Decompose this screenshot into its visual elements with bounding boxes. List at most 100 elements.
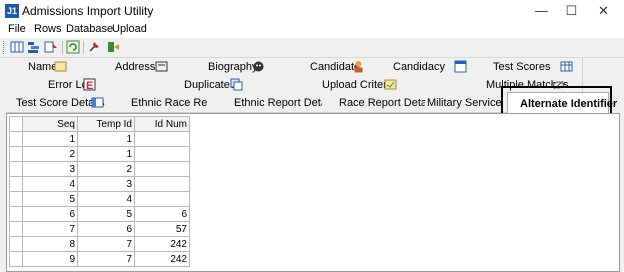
row-header[interactable] — [9, 176, 23, 192]
criteria-icon — [384, 79, 397, 90]
menu-upload[interactable]: Upload — [112, 23, 147, 35]
cell-temp-id[interactable]: 6 — [77, 221, 135, 237]
minimize-button[interactable]: — — [525, 0, 558, 22]
grid-icon — [560, 61, 573, 72]
row-header[interactable] — [9, 251, 23, 267]
table-row[interactable]: 21 — [9, 146, 190, 162]
tab-test-score-details[interactable]: Test Score Details — [6, 94, 107, 113]
tab-label: Test Scores — [493, 61, 551, 73]
row-header[interactable] — [9, 236, 23, 252]
row-header[interactable] — [9, 161, 23, 177]
cell-temp-id[interactable]: 5 — [77, 206, 135, 222]
tab-race-report-detail[interactable]: Race Report Detail — [322, 94, 432, 113]
column-header-temp-id[interactable]: Temp Id — [77, 116, 135, 132]
columns-icon[interactable] — [10, 40, 24, 54]
cell-seq[interactable]: 9 — [22, 251, 78, 267]
column-header-seq[interactable]: Seq — [22, 116, 78, 132]
toolbar-separator — [62, 41, 63, 54]
row-header[interactable] — [9, 221, 23, 237]
cell-seq[interactable]: 2 — [22, 146, 78, 162]
cell-seq[interactable]: 8 — [22, 236, 78, 252]
cell-id-num[interactable]: 242 — [134, 251, 190, 267]
tab-duplicates[interactable]: Duplicates — [118, 76, 259, 95]
filter-icon[interactable] — [44, 40, 58, 54]
table-row[interactable]: 54 — [9, 191, 190, 207]
table-row[interactable]: 43 — [9, 176, 190, 192]
menu-database[interactable]: Database — [66, 23, 113, 35]
row-header[interactable] — [9, 131, 23, 147]
column-header-id-num[interactable]: Id Num — [134, 116, 190, 132]
tab-label: Military Service — [427, 97, 502, 109]
cell-temp-id[interactable]: 3 — [77, 176, 135, 192]
data-grid[interactable]: Seq Temp Id Id Num 11 21 32 43 54 656 76… — [9, 116, 190, 267]
table-row[interactable]: 7 6 57 — [9, 221, 190, 237]
cell-seq[interactable]: 1 — [22, 131, 78, 147]
table-row[interactable]: 656 — [9, 206, 190, 222]
cell-seq[interactable]: 3 — [22, 161, 78, 177]
grid-header-row: Seq Temp Id Id Num — [9, 116, 190, 132]
table-row[interactable]: 11 — [9, 131, 190, 147]
cell-id-num[interactable] — [134, 176, 190, 192]
tab-candidacy[interactable]: Candidacy — [377, 58, 475, 77]
tab-ethnic-race-report[interactable]: Ethnic Race Report — [106, 94, 226, 113]
cell-id-num[interactable]: 6 — [134, 206, 190, 222]
table-row[interactable]: 8 7 242 — [9, 236, 190, 252]
menu-rows[interactable]: Rows — [34, 23, 62, 35]
cell-id-num[interactable] — [134, 146, 190, 162]
cell-seq[interactable]: 6 — [22, 206, 78, 222]
tab-label: Race Report Detail — [339, 97, 432, 109]
tab-candidate[interactable]: Candidate — [284, 58, 378, 77]
tab-label: Duplicates — [184, 79, 236, 91]
tab-error-log[interactable]: Error Log E — [6, 76, 119, 95]
maximize-button[interactable]: ☐ — [555, 0, 588, 22]
tab-label: Ethnic Report Detail — [234, 97, 332, 109]
close-button[interactable]: ✕ — [587, 0, 620, 22]
cell-temp-id[interactable]: 7 — [77, 251, 135, 267]
error-log-icon: E — [83, 78, 96, 91]
toolbar — [0, 38, 624, 58]
cell-id-num[interactable]: 242 — [134, 236, 190, 252]
menu-file[interactable]: File — [8, 23, 26, 35]
tab-label: Name — [28, 61, 58, 73]
grid-body: 11 21 32 43 54 656 7 6 57 8 7 242 9 7 242 — [9, 131, 190, 267]
tab-ethnic-report-detail[interactable]: Ethnic Report Detail — [208, 94, 332, 113]
table-row[interactable]: 9 7 242 — [9, 251, 190, 267]
title-bar: J1 Admissions Import Utility — ☐ ✕ — [0, 0, 624, 22]
grid-corner — [9, 116, 23, 132]
tab-military-service[interactable]: Military Service — [425, 94, 508, 113]
cell-id-num[interactable] — [134, 131, 190, 147]
cell-temp-id[interactable]: 2 — [77, 161, 135, 177]
row-header[interactable] — [9, 146, 23, 162]
sort-icon[interactable] — [27, 40, 41, 54]
toolbar-grip — [3, 41, 6, 54]
tab-biography[interactable]: Biography — [191, 58, 285, 77]
pin-icon[interactable] — [87, 40, 101, 54]
cell-temp-id[interactable]: 1 — [77, 146, 135, 162]
address-icon — [155, 61, 168, 72]
row-header[interactable] — [9, 191, 23, 207]
window-title: Admissions Import Utility — [22, 4, 154, 18]
tab-row-1: Name Address Biography Candidate Candida… — [6, 58, 620, 77]
row-header[interactable] — [9, 206, 23, 222]
name-card-icon — [54, 61, 67, 72]
exit-icon[interactable] — [106, 40, 120, 54]
cell-id-num[interactable] — [134, 191, 190, 207]
cell-id-num[interactable] — [134, 161, 190, 177]
person-icon — [354, 61, 363, 73]
cell-temp-id[interactable]: 1 — [77, 131, 135, 147]
cell-id-num[interactable]: 57 — [134, 221, 190, 237]
cell-temp-id[interactable]: 7 — [77, 236, 135, 252]
refresh-icon[interactable] — [66, 40, 80, 54]
tab-upload-criteria[interactable]: Upload Criteria — [258, 76, 407, 95]
cell-seq[interactable]: 4 — [22, 176, 78, 192]
app-icon: J1 — [5, 4, 19, 18]
tab-address[interactable]: Address — [98, 58, 192, 77]
svg-text:E: E — [86, 80, 93, 91]
tab-name[interactable]: Name — [6, 58, 99, 77]
tab-label: Biography — [208, 61, 258, 73]
cell-seq[interactable]: 7 — [22, 221, 78, 237]
table-row[interactable]: 32 — [9, 161, 190, 177]
cell-seq[interactable]: 5 — [22, 191, 78, 207]
cell-temp-id[interactable]: 4 — [77, 191, 135, 207]
tab-test-scores[interactable]: Test Scores — [474, 58, 583, 77]
